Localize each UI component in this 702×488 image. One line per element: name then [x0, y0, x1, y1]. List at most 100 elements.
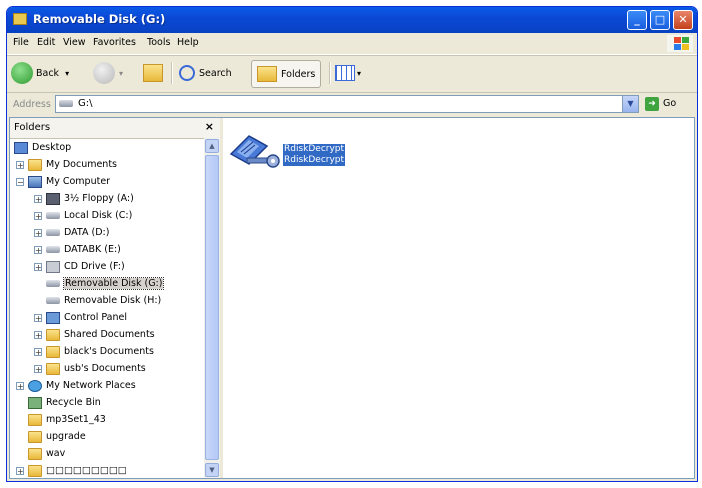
folder-icon	[46, 362, 60, 375]
views-icon	[335, 65, 355, 81]
folders-scrollbar[interactable]: ▲ ▼	[204, 138, 220, 478]
tree-item-unnamed-folder[interactable]: + □□□□□□□□□	[16, 462, 127, 478]
drive-icon	[46, 246, 60, 253]
scroll-up-button[interactable]: ▲	[205, 139, 219, 153]
content-area: Folders × Desktop + My Documents − My Comp…	[9, 117, 695, 479]
cd-drive-icon	[46, 260, 60, 273]
collapse-icon[interactable]: −	[16, 177, 24, 186]
search-label: Search	[199, 67, 232, 79]
go-arrow-icon[interactable]: ➜	[645, 97, 659, 111]
minimize-button[interactable]: _	[627, 10, 647, 30]
expand-icon[interactable]: +	[34, 211, 42, 220]
folder-icon	[28, 413, 42, 426]
folder-tree: Desktop + My Documents − My Computer +3½ F…	[10, 138, 204, 478]
menu-favorites[interactable]: Favorites	[93, 37, 136, 48]
removable-disk-icon	[46, 297, 60, 304]
file-name-label: RdiskDecrypt RdiskDecrypt	[283, 144, 346, 166]
menu-edit[interactable]: Edit	[37, 37, 55, 48]
standard-toolbar: Back ▾ ▾ Search Folders ▾	[7, 55, 697, 92]
scroll-thumb[interactable]	[205, 155, 219, 460]
chevron-down-icon: ▾	[119, 68, 124, 78]
views-button[interactable]: ▾	[335, 60, 361, 86]
tree-item-databk-e[interactable]: + DATABK (E:)	[34, 241, 121, 258]
folder-icon	[46, 345, 60, 358]
tree-item-mp3set1-43[interactable]: mp3Set1_43	[28, 411, 106, 428]
tree-item-local-disk-c[interactable]: + Local Disk (C:)	[34, 207, 132, 224]
computer-icon	[28, 175, 42, 188]
tree-item-my-documents[interactable]: + My Documents	[16, 156, 117, 173]
removable-disk-icon	[46, 280, 60, 287]
expand-icon[interactable]: +	[34, 330, 42, 339]
expand-icon[interactable]: +	[34, 347, 42, 356]
tree-item-removable-disk-h[interactable]: Removable Disk (H:)	[46, 292, 161, 309]
folders-pane: Folders × Desktop + My Documents − My Comp…	[10, 118, 223, 478]
expand-icon[interactable]: +	[34, 262, 42, 271]
expand-icon[interactable]: +	[16, 160, 24, 169]
tree-item-my-computer[interactable]: − My Computer	[16, 173, 110, 190]
up-folder-button[interactable]	[143, 60, 163, 86]
back-button[interactable]: Back ▾	[11, 60, 69, 86]
explorer-window: Removable Disk (G:) _ □ ✕ File Edit View…	[6, 6, 698, 482]
folders-pane-header: Folders ×	[10, 118, 220, 139]
removable-disk-icon	[59, 100, 73, 107]
windows-logo-icon	[667, 35, 693, 52]
tree-item-desktop[interactable]: Desktop	[14, 139, 71, 156]
expand-icon[interactable]: +	[16, 381, 24, 390]
address-label: Address	[13, 99, 51, 110]
search-icon	[179, 65, 195, 81]
desktop-icon	[14, 141, 28, 154]
scroll-down-button[interactable]: ▼	[205, 463, 219, 477]
tree-item-cd-drive-f[interactable]: + CD Drive (F:)	[34, 258, 125, 275]
address-bar: Address G:\ ▼ ➜ Go	[7, 92, 697, 117]
tree-item-data-d[interactable]: + DATA (D:)	[34, 224, 109, 241]
expand-icon[interactable]: +	[34, 245, 42, 254]
menu-help[interactable]: Help	[177, 37, 199, 48]
menu-view[interactable]: View	[63, 37, 86, 48]
tree-item-upgrade[interactable]: upgrade	[28, 428, 86, 445]
menu-bar: File Edit View Favorites Tools Help	[7, 33, 697, 55]
expand-icon[interactable]: +	[34, 313, 42, 322]
folder-icon	[28, 430, 42, 443]
folder-icon	[46, 328, 60, 341]
go-button[interactable]: Go	[663, 98, 676, 109]
expand-icon[interactable]: +	[16, 466, 24, 475]
menu-file[interactable]: File	[13, 37, 29, 48]
address-dropdown-button[interactable]: ▼	[622, 96, 638, 112]
folder-icon	[28, 447, 42, 460]
close-button[interactable]: ✕	[673, 10, 693, 30]
close-pane-button[interactable]: ×	[205, 120, 214, 133]
tree-item-blacks-documents[interactable]: + black's Documents	[34, 343, 154, 360]
folder-icon	[28, 464, 42, 477]
back-arrow-icon	[11, 62, 33, 84]
expand-icon[interactable]: +	[34, 228, 42, 237]
tree-item-wav[interactable]: wav	[28, 445, 65, 462]
title-bar[interactable]: Removable Disk (G:) _ □ ✕	[7, 7, 697, 33]
rdisk-decrypt-app-icon	[229, 135, 280, 168]
tree-item-usbs-documents[interactable]: + usb's Documents	[34, 360, 146, 377]
address-input[interactable]: G:\ ▼	[55, 95, 639, 113]
tree-item-control-panel[interactable]: + Control Panel	[34, 309, 127, 326]
folders-button[interactable]: Folders	[251, 60, 322, 88]
chevron-down-icon: ▾	[357, 68, 362, 78]
control-panel-icon	[46, 311, 60, 324]
window-title: Removable Disk (G:)	[33, 12, 166, 26]
forward-arrow-icon	[93, 62, 115, 84]
tree-item-my-network-places[interactable]: + My Network Places	[16, 377, 136, 394]
network-icon	[28, 379, 42, 392]
address-value: G:\	[78, 98, 93, 109]
drive-icon	[46, 212, 60, 219]
tree-item-shared-documents[interactable]: + Shared Documents	[34, 326, 155, 343]
folders-label: Folders	[281, 68, 316, 80]
tree-item-recycle-bin[interactable]: Recycle Bin	[28, 394, 101, 411]
expand-icon[interactable]: +	[34, 364, 42, 373]
chevron-down-icon: ▾	[65, 68, 70, 78]
maximize-button[interactable]: □	[650, 10, 670, 30]
search-button[interactable]: Search	[179, 60, 232, 86]
menu-tools[interactable]: Tools	[147, 37, 170, 48]
file-list-pane: RdiskDecrypt RdiskDecrypt	[223, 118, 694, 478]
tree-item-floppy[interactable]: +3½ Floppy (A:)	[34, 190, 134, 207]
folder-icon	[28, 158, 42, 171]
forward-button[interactable]: ▾	[93, 60, 123, 86]
expand-icon[interactable]: +	[34, 194, 42, 203]
tree-item-removable-disk-g[interactable]: Removable Disk (G:)	[46, 275, 165, 292]
